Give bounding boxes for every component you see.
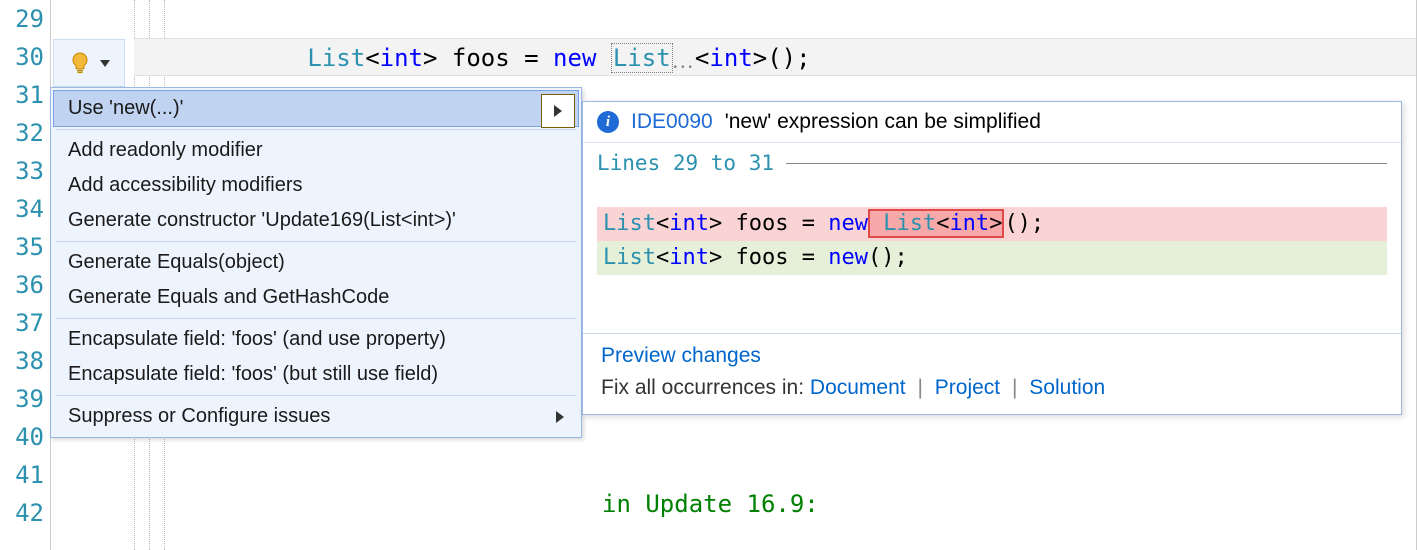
code-comment: in Update 16.9: (602, 490, 819, 518)
line-number: 41 (0, 456, 44, 494)
fix-scope-document[interactable]: Document (810, 376, 906, 399)
line-number: 34 (0, 190, 44, 228)
menu-separator (56, 129, 576, 130)
menu-item-use-new[interactable]: Use 'new(...)' (53, 90, 579, 127)
diagnostic-id[interactable]: IDE0090 (631, 110, 713, 134)
preview-range-label: Lines 29 to 31 (597, 151, 774, 175)
submenu-expand-button[interactable] (541, 94, 575, 128)
refactor-target[interactable]: List (611, 43, 673, 73)
line-number: 32 (0, 114, 44, 152)
menu-item-label: Suppress or Configure issues (68, 405, 330, 428)
diff-removed-line: List<int> foos = new List<int>(); (597, 207, 1387, 241)
menu-item-generate-ctor[interactable]: Generate constructor 'Update169(List<int… (54, 203, 578, 238)
line-number: 29 (0, 0, 44, 38)
menu-separator (56, 241, 576, 242)
chevron-down-icon (100, 60, 110, 67)
info-icon: i (597, 111, 619, 133)
line-number: 31 (0, 76, 44, 114)
fix-scope-project[interactable]: Project (935, 376, 1000, 399)
line-number: 35 (0, 228, 44, 266)
diff-removed-highlight: List<int> (868, 209, 1004, 238)
preview-footer: Preview changes Fix all occurrences in: … (583, 333, 1401, 414)
quick-actions-menu: Use 'new(...)' Add readonly modifier Add… (50, 87, 582, 438)
line-number: 36 (0, 266, 44, 304)
quick-actions-lightbulb[interactable] (53, 39, 125, 87)
line-number: 40 (0, 418, 44, 456)
code-line-30[interactable]: List<int> foos = new List•••<int>(); (134, 38, 1416, 76)
menu-item-label: Encapsulate field: 'foos' (but still use… (68, 363, 438, 386)
menu-item-label: Add readonly modifier (68, 139, 263, 162)
menu-item-generate-equals[interactable]: Generate Equals(object) (54, 245, 578, 280)
chevron-right-icon (556, 411, 564, 423)
preview-changes-link[interactable]: Preview changes (601, 344, 761, 367)
menu-item-label: Generate Equals(object) (68, 251, 285, 274)
line-number: 42 (0, 494, 44, 532)
divider (786, 163, 1387, 164)
menu-separator (56, 318, 576, 319)
fix-scope-solution[interactable]: Solution (1029, 376, 1105, 399)
menu-item-label: Generate Equals and GetHashCode (68, 286, 389, 309)
line-number: 39 (0, 380, 44, 418)
lightbulb-icon (68, 51, 92, 75)
menu-item-add-readonly[interactable]: Add readonly modifier (54, 133, 578, 168)
line-number: 38 (0, 342, 44, 380)
preview-body: Lines 29 to 31 List<int> foos = new List… (583, 143, 1401, 333)
menu-item-label: Generate constructor 'Update169(List<int… (68, 209, 456, 232)
menu-item-suppress-configure[interactable]: Suppress or Configure issues (54, 399, 578, 434)
line-number: 37 (0, 304, 44, 342)
menu-item-label: Encapsulate field: 'foos' (and use prope… (68, 328, 446, 351)
chevron-right-icon (554, 105, 562, 117)
menu-separator (56, 395, 576, 396)
diagnostic-message: 'new' expression can be simplified (725, 110, 1041, 134)
line-number: 30 (0, 38, 44, 76)
menu-item-encapsulate-field[interactable]: Encapsulate field: 'foos' (but still use… (54, 357, 578, 392)
menu-item-encapsulate-property[interactable]: Encapsulate field: 'foos' (and use prope… (54, 322, 578, 357)
menu-item-label: Use 'new(...)' (68, 97, 183, 120)
refactor-preview-panel: i IDE0090 'new' expression can be simpli… (582, 101, 1402, 415)
editor-gutter: 29 30 31 32 33 34 35 36 37 38 39 40 41 4… (0, 0, 51, 550)
preview-header: i IDE0090 'new' expression can be simpli… (583, 102, 1401, 143)
diff-added-line: List<int> foos = new(); (597, 241, 1387, 275)
menu-item-label: Add accessibility modifiers (68, 174, 303, 197)
line-number: 33 (0, 152, 44, 190)
menu-item-generate-equals-hash[interactable]: Generate Equals and GetHashCode (54, 280, 578, 315)
menu-item-add-accessibility[interactable]: Add accessibility modifiers (54, 168, 578, 203)
fix-all-label: Fix all occurrences in: (601, 376, 810, 399)
